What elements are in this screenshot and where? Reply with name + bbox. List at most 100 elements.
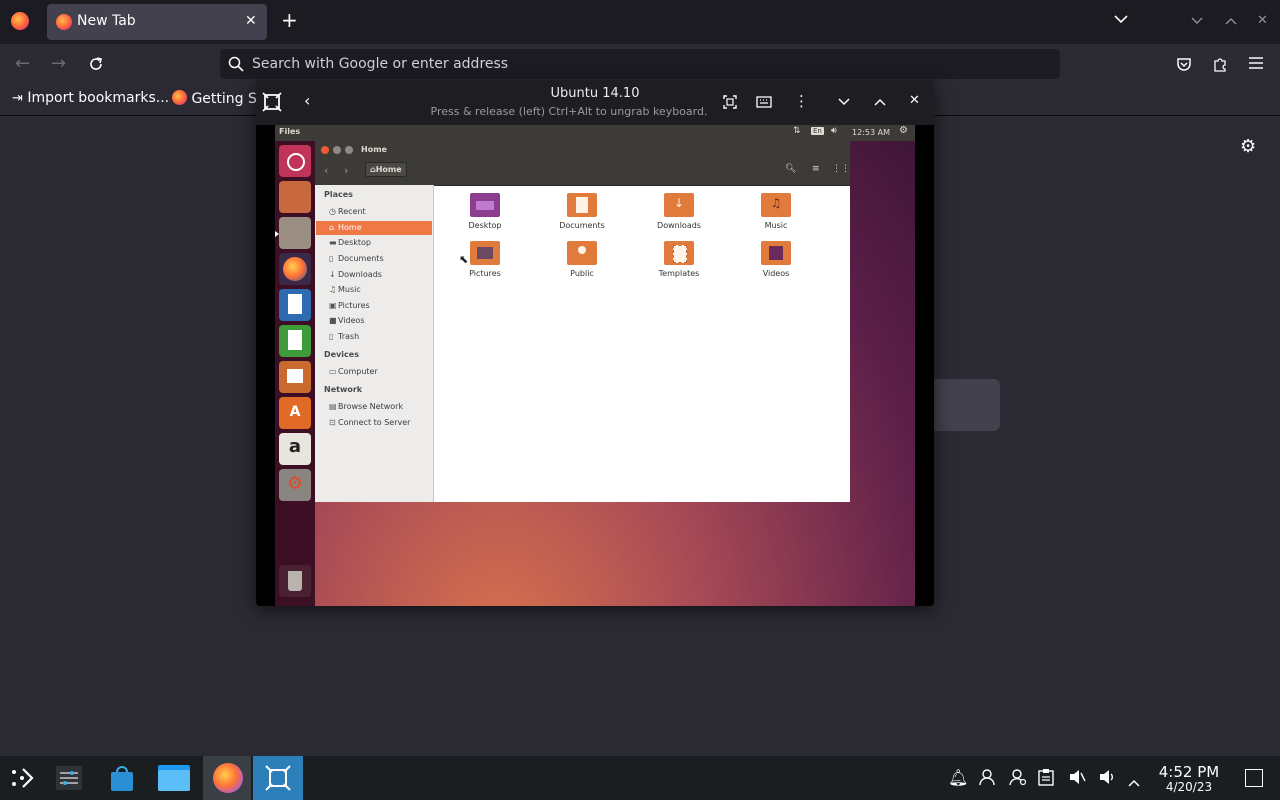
vm-fullscreen-icon[interactable] <box>723 95 737 109</box>
sidebar-item-documents[interactable]: ▯ Documents <box>329 254 384 263</box>
launcher-software-center-icon[interactable]: A <box>279 397 311 429</box>
guest-keyboard-layout[interactable]: En <box>811 127 824 135</box>
files-grid-view-icon[interactable]: ⋮⋮ <box>832 164 850 174</box>
sidebar-item-recent[interactable]: ◷ Recent <box>329 207 366 216</box>
home-icon: ⌂ <box>329 223 335 232</box>
list-all-tabs-chevron-icon[interactable] <box>1113 14 1129 24</box>
launcher-firefox-icon[interactable] <box>279 253 311 285</box>
folder-desktop[interactable]: Desktop <box>440 193 530 230</box>
minimize-window-icon[interactable] <box>1191 17 1203 25</box>
clock-date: 4/20/23 <box>1165 780 1213 794</box>
new-tab-settings-gear-icon[interactable]: ⚙ <box>1240 136 1256 157</box>
files-search-icon[interactable]: 🔍︎ <box>785 164 796 174</box>
folder-label: Pictures <box>469 269 501 278</box>
files-window: Home ‹ › ⌂Home 🔍︎ ≡ ⋮⋮ Places ◷ Recent ⌂ H… <box>315 141 850 502</box>
folder-templates[interactable]: Templates <box>634 241 724 278</box>
sidebar-item-desktop[interactable]: ▬Desktop <box>329 238 371 247</box>
sidebar-item-music[interactable]: ♫ Music <box>329 285 361 294</box>
bookmark-import[interactable]: ⇥ Import bookmarks... <box>12 90 169 106</box>
files-back-icon[interactable]: ‹ <box>324 164 328 177</box>
folder-documents[interactable]: Documents <box>537 193 627 230</box>
folder-pictures[interactable]: Pictures <box>440 241 530 278</box>
download-arrow-icon: ↓ <box>329 270 336 279</box>
show-desktop-icon[interactable] <box>1245 769 1263 787</box>
application-launcher-icon[interactable] <box>10 766 34 794</box>
close-window-icon[interactable]: ✕ <box>1257 13 1268 28</box>
clipboard-icon[interactable] <box>1038 768 1054 790</box>
files-forward-icon[interactable]: › <box>344 164 348 177</box>
dash-ubuntu-icon[interactable] <box>279 145 311 177</box>
sidebar-item-home[interactable]: ⌂ Home <box>329 223 362 232</box>
guest-clock[interactable]: 12:53 AM <box>852 128 890 137</box>
guest-desktop[interactable]: Files ⇅ En 🔊︎ 12:53 AM ⚙ A a ⚙ Home ‹ › … <box>275 125 915 606</box>
forward-arrow-icon[interactable]: → <box>51 53 66 74</box>
folder-label: Documents <box>559 221 605 230</box>
reload-icon[interactable] <box>88 56 104 72</box>
extensions-puzzle-icon[interactable] <box>1212 56 1228 72</box>
sidebar-item-downloads[interactable]: ↓ Downloads <box>329 270 382 279</box>
sidebar-item-trash[interactable]: ▯ Trash <box>329 332 359 341</box>
sidebar-item-computer[interactable]: ▭Computer <box>329 367 378 376</box>
sidebar-item-videos[interactable]: ■Videos <box>329 316 365 325</box>
dolphin-files-icon[interactable] <box>158 765 190 795</box>
notifications-bell-icon[interactable]: 🔔︎ <box>948 768 968 787</box>
folder-videos[interactable]: Videos <box>731 241 821 278</box>
clock-time: 4:52 PM <box>1158 763 1220 781</box>
vm-menu-kebab-icon[interactable]: ⋮ <box>794 92 809 110</box>
address-bar[interactable] <box>220 49 1060 79</box>
network-icon: ▤ <box>329 402 337 411</box>
launcher-files-icon[interactable] <box>279 217 311 249</box>
address-input[interactable] <box>252 49 1032 79</box>
vm-minimize-icon[interactable] <box>838 98 850 106</box>
vm-keyboard-icon[interactable] <box>756 95 772 109</box>
firefox-bookmark-icon <box>172 90 187 105</box>
launcher-writer-icon[interactable] <box>279 289 311 321</box>
back-arrow-icon[interactable]: ← <box>15 53 30 74</box>
close-tab-icon[interactable]: ✕ <box>245 13 257 29</box>
files-list-view-icon[interactable]: ≡ <box>812 164 820 174</box>
guest-volume-icon[interactable]: 🔊︎ <box>831 126 837 136</box>
firefox-view-icon[interactable] <box>11 12 29 30</box>
shortcut-tile[interactable] <box>930 379 1000 431</box>
taskbar-vm-task[interactable] <box>253 756 303 800</box>
discover-store-icon[interactable] <box>109 764 135 796</box>
tab-title: New Tab <box>77 13 136 29</box>
volume-icon[interactable] <box>1098 768 1116 790</box>
tab-new-tab[interactable]: New Tab ✕ <box>47 4 267 40</box>
launcher-settings-icon[interactable]: ⚙ <box>279 469 311 501</box>
folder-music[interactable]: ♫ Music <box>731 193 821 230</box>
launcher-impress-icon[interactable] <box>279 361 311 393</box>
launcher-amazon-icon[interactable]: a <box>279 433 311 465</box>
files-path-home-button[interactable]: ⌂Home <box>365 162 407 177</box>
guest-network-icon[interactable]: ⇅ <box>793 126 801 136</box>
files-minimize-icon[interactable] <box>333 146 341 154</box>
launcher-trash-icon[interactable] <box>279 565 311 597</box>
mouse-pointer-icon: ⬉ <box>459 253 469 266</box>
server-icon: ⊡ <box>329 418 336 427</box>
user-icon[interactable] <box>978 768 996 790</box>
new-tab-plus-icon[interactable]: + <box>281 8 298 32</box>
hamburger-menu-icon[interactable] <box>1249 57 1263 69</box>
task-switcher-sliders-icon[interactable] <box>56 766 82 794</box>
files-maximize-icon[interactable] <box>345 146 353 154</box>
microphone-muted-icon[interactable] <box>1068 768 1086 790</box>
sidebar-item-browse-network[interactable]: ▤Browse Network <box>329 402 403 411</box>
sidebar-item-pictures[interactable]: ▣Pictures <box>329 301 370 310</box>
files-close-icon[interactable] <box>321 146 329 154</box>
sidebar-item-connect-server[interactable]: ⊡ Connect to Server <box>329 418 410 427</box>
maximize-window-icon[interactable] <box>1225 17 1237 25</box>
folder-label: Templates <box>658 269 700 278</box>
pocket-icon[interactable] <box>1176 56 1192 72</box>
user-switch-icon[interactable] <box>1009 768 1027 790</box>
launcher-calc-icon[interactable] <box>279 325 311 357</box>
vm-maximize-icon[interactable] <box>874 98 886 106</box>
guest-session-gear-icon[interactable]: ⚙ <box>899 125 908 136</box>
clock-icon: ◷ <box>329 207 336 216</box>
folder-public[interactable]: Public <box>537 241 627 278</box>
launcher-image-viewer-icon[interactable] <box>279 181 311 213</box>
system-tray-expand-icon[interactable] <box>1128 772 1140 791</box>
folder-downloads[interactable]: ↓ Downloads <box>634 193 724 230</box>
taskbar-firefox-task[interactable] <box>203 756 251 800</box>
vm-close-icon[interactable]: ✕ <box>909 93 920 108</box>
bookmark-getting-started[interactable]: Getting St <box>172 90 262 107</box>
